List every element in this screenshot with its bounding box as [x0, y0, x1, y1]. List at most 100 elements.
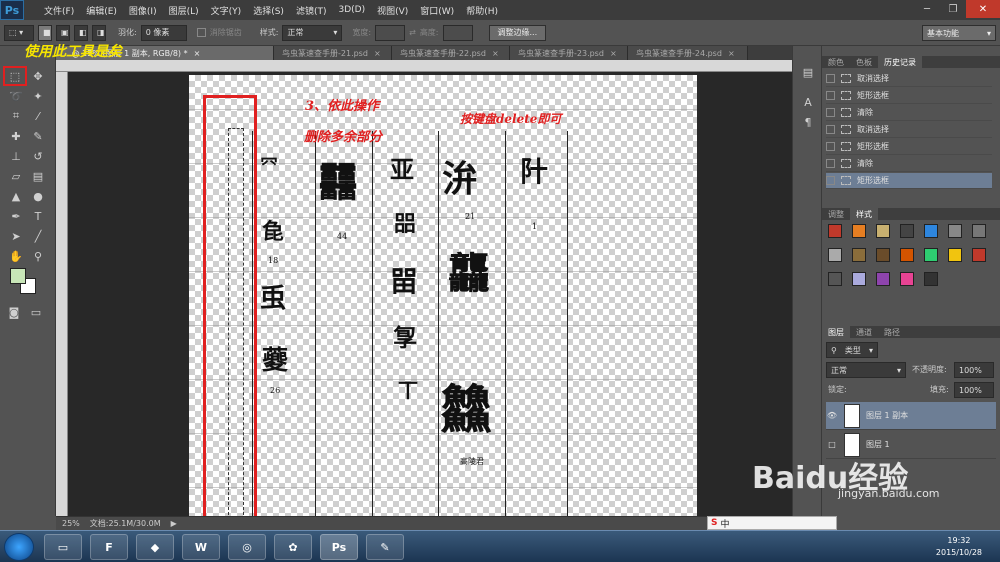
- subtract-selection-icon[interactable]: ◧: [74, 24, 88, 41]
- style-swatch[interactable]: [876, 272, 890, 286]
- menu-layer[interactable]: 图层(L): [163, 4, 205, 17]
- canvas-area[interactable]: [68, 72, 792, 516]
- feather-input[interactable]: 0 像素: [140, 24, 187, 41]
- tab-layers[interactable]: 图层: [822, 326, 850, 338]
- restore-icon[interactable]: ❐: [940, 0, 966, 18]
- style-swatch[interactable]: [900, 272, 914, 286]
- close-icon[interactable]: ×: [374, 49, 381, 58]
- type-tool-icon[interactable]: T: [28, 208, 48, 224]
- tab-paths[interactable]: 路径: [878, 326, 906, 338]
- zoom-tool-icon[interactable]: ⚲: [28, 248, 48, 264]
- style-swatch[interactable]: [876, 248, 890, 262]
- style-swatch[interactable]: [900, 224, 914, 238]
- hand-tool-icon[interactable]: ✋: [6, 248, 26, 264]
- style-swatch[interactable]: [972, 248, 986, 262]
- blur-tool-icon[interactable]: ▲: [6, 188, 26, 204]
- lasso-tool-icon[interactable]: ➰: [6, 88, 26, 104]
- foreground-color-swatch[interactable]: [10, 268, 26, 284]
- style-swatch[interactable]: [948, 248, 962, 262]
- blend-mode-select[interactable]: 正常 ▾: [826, 362, 906, 378]
- history-item[interactable]: 取消选择: [826, 122, 992, 138]
- history-item[interactable]: 矩形选框: [826, 88, 992, 104]
- tab-adjustments[interactable]: 调整: [822, 208, 850, 220]
- history-panel-icon[interactable]: ▤: [798, 64, 818, 80]
- menu-window[interactable]: 窗口(W): [414, 4, 460, 17]
- chevron-right-icon[interactable]: ▶: [171, 519, 177, 528]
- screen-mode-icon[interactable]: ▭: [26, 304, 46, 320]
- menu-image[interactable]: 图像(I): [123, 4, 163, 17]
- history-snapshot-checkbox[interactable]: [826, 108, 835, 117]
- pen-tool-icon[interactable]: ✒: [6, 208, 26, 224]
- add-selection-icon[interactable]: ▣: [56, 24, 70, 41]
- tab-swatches[interactable]: 色板: [850, 56, 878, 68]
- swap-icon[interactable]: ⇄: [409, 28, 416, 37]
- style-swatch[interactable]: [828, 224, 842, 238]
- word-icon[interactable]: W: [182, 534, 220, 560]
- style-swatch[interactable]: [924, 224, 938, 238]
- history-snapshot-checkbox[interactable]: [826, 142, 835, 151]
- tab-document-24[interactable]: 鸟虫篆速查手册-24.psd ×: [628, 46, 748, 60]
- app-icon[interactable]: F: [90, 534, 128, 560]
- move-tool-icon[interactable]: ✥: [28, 68, 48, 84]
- tool-preset-picker[interactable]: ⬚ ▾: [4, 24, 34, 41]
- tab-styles[interactable]: 样式: [850, 208, 878, 220]
- history-snapshot-checkbox[interactable]: [826, 91, 835, 100]
- history-item[interactable]: 清除: [826, 156, 992, 172]
- clone-stamp-icon[interactable]: ⊥: [6, 148, 26, 164]
- style-swatch[interactable]: [924, 248, 938, 262]
- brush-tool-icon[interactable]: ✎: [28, 128, 48, 144]
- line-tool-icon[interactable]: ╱: [28, 228, 48, 244]
- new-selection-icon[interactable]: ■: [38, 24, 52, 41]
- history-snapshot-checkbox[interactable]: [826, 74, 835, 83]
- history-item[interactable]: 矩形选框: [826, 173, 992, 189]
- style-swatch[interactable]: [948, 224, 962, 238]
- antialias-checkbox[interactable]: [196, 28, 206, 37]
- style-swatch[interactable]: [876, 224, 890, 238]
- app-icon[interactable]: ◆: [136, 534, 174, 560]
- layer-row[interactable]: 👁 图层 1 副本: [826, 402, 996, 430]
- quick-mask-icon[interactable]: ◙: [4, 304, 24, 320]
- menu-edit[interactable]: 编辑(E): [80, 4, 123, 17]
- history-snapshot-checkbox[interactable]: [826, 125, 835, 134]
- style-select[interactable]: 正常 ▾: [282, 24, 343, 41]
- height-input[interactable]: [442, 24, 473, 41]
- style-swatch[interactable]: [828, 272, 842, 286]
- history-item[interactable]: 矩形选框: [826, 139, 992, 155]
- history-snapshot-checkbox[interactable]: [826, 159, 835, 168]
- style-swatch[interactable]: [972, 224, 986, 238]
- style-swatch[interactable]: [924, 272, 938, 286]
- paint-icon[interactable]: ✎: [366, 534, 404, 560]
- menu-type[interactable]: 文字(Y): [205, 4, 248, 17]
- history-snapshot-checkbox[interactable]: [826, 176, 835, 185]
- tab-color[interactable]: 颜色: [822, 56, 850, 68]
- style-swatch[interactable]: [828, 248, 842, 262]
- dodge-tool-icon[interactable]: ●: [28, 188, 48, 204]
- width-input[interactable]: [375, 24, 406, 41]
- character-panel-icon[interactable]: A: [798, 94, 818, 110]
- app-icon[interactable]: ✿: [274, 534, 312, 560]
- intersect-selection-icon[interactable]: ◨: [92, 24, 106, 41]
- close-icon[interactable]: ✕: [966, 0, 1000, 18]
- close-icon[interactable]: ×: [492, 49, 499, 58]
- clock[interactable]: 19:32 2015/10/28: [936, 535, 982, 559]
- eraser-tool-icon[interactable]: ▱: [6, 168, 26, 184]
- ime-toolbar[interactable]: S中: [707, 516, 837, 530]
- zoom-level[interactable]: 25%: [62, 519, 80, 528]
- history-brush-icon[interactable]: ↺: [28, 148, 48, 164]
- start-button[interactable]: [4, 533, 34, 561]
- workspace-select[interactable]: 基本功能 ▾: [922, 25, 996, 41]
- style-swatch[interactable]: [852, 272, 866, 286]
- tab-channels[interactable]: 通道: [850, 326, 878, 338]
- style-swatch[interactable]: [900, 248, 914, 262]
- history-item[interactable]: 清除: [826, 105, 992, 121]
- path-selection-icon[interactable]: ➤: [6, 228, 26, 244]
- eyedropper-icon[interactable]: ⁄: [28, 108, 48, 124]
- paragraph-panel-icon[interactable]: ¶: [798, 114, 818, 130]
- tab-document-21[interactable]: 鸟虫篆速查手册-21.psd ×: [274, 46, 392, 60]
- style-swatch[interactable]: [852, 224, 866, 238]
- browser-icon[interactable]: ◎: [228, 534, 266, 560]
- tab-document-23[interactable]: 鸟虫篆速查手册-23.psd ×: [510, 46, 628, 60]
- tab-document-22[interactable]: 鸟虫篆速查手册-22.psd ×: [392, 46, 510, 60]
- menu-filter[interactable]: 滤镜(T): [290, 4, 333, 17]
- menu-help[interactable]: 帮助(H): [460, 4, 504, 17]
